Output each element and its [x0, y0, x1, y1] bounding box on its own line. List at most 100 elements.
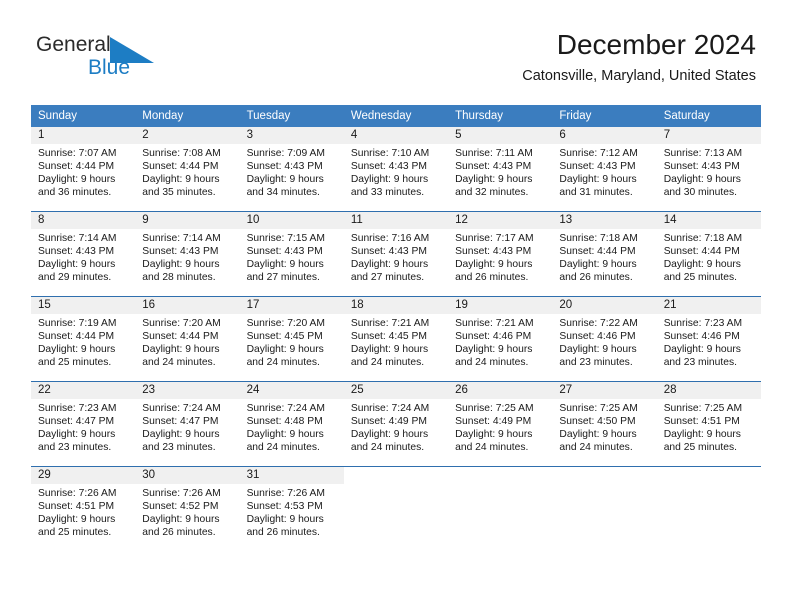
sunrise-text: Sunrise: 7:14 AM: [142, 233, 221, 244]
day-cell-inner: 21 Sunrise: 7:23 AM Sunset: 4:46 PM Dayligh…: [656, 297, 761, 381]
calendar-day-cell[interactable]: 23 Sunrise: 7:24 AM Sunset: 4:47 PM Dayligh…: [135, 381, 240, 467]
calendar-day-cell[interactable]: 21 Sunrise: 7:23 AM Sunset: 4:46 PM Dayligh…: [656, 296, 761, 382]
calendar-day-cell[interactable]: 3 Sunrise: 7:09 AM Sunset: 4:43 PM Daylight…: [239, 127, 344, 212]
calendar-day-cell[interactable]: 16 Sunrise: 7:20 AM Sunset: 4:44 PM Dayligh…: [135, 296, 240, 382]
calendar-week-row: 1 Sunrise: 7:07 AM Sunset: 4:44 PM Daylight…: [31, 127, 761, 212]
calendar-day-cell[interactable]: [343, 466, 449, 551]
calendar-day-cell[interactable]: 2 Sunrise: 7:08 AM Sunset: 4:44 PM Daylight…: [135, 127, 240, 212]
calendar-day-cell[interactable]: 20 Sunrise: 7:22 AM Sunset: 4:46 PM Dayligh…: [552, 296, 657, 382]
day-cell-inner: 26 Sunrise: 7:25 AM Sunset: 4:49 PM Dayligh…: [448, 382, 553, 466]
sunrise-text: Sunrise: 7:18 AM: [663, 233, 743, 244]
day-details: Sunrise: 7:18 AM Sunset: 4:44 PM Daylight:…: [657, 229, 761, 284]
day-number: 4: [343, 127, 449, 144]
calendar-day-cell[interactable]: 26 Sunrise: 7:25 AM Sunset: 4:49 PM Dayligh…: [448, 381, 553, 467]
calendar-week-row: 22 Sunrise: 7:23 AM Sunset: 4:47 PM Dayligh…: [31, 381, 761, 467]
calendar-day-cell[interactable]: 29 Sunrise: 7:26 AM Sunset: 4:51 PM Dayligh…: [31, 466, 136, 551]
sunrise-text: Sunrise: 7:23 AM: [38, 403, 117, 414]
daylight-text-line1: Daylight: 9 hours: [246, 344, 324, 356]
calendar-day-cell[interactable]: 15 Sunrise: 7:19 AM Sunset: 4:44 PM Dayligh…: [31, 296, 136, 382]
calendar-day-cell[interactable]: [656, 466, 761, 551]
daylight-text-line1: Daylight: 9 hours: [142, 429, 220, 441]
page-header: General Blue December 2024 Catonsville, …: [0, 0, 792, 100]
daylight-text-line2: and 23 minutes.: [559, 357, 633, 369]
title-block: December 2024 Catonsville, Maryland, Uni…: [522, 28, 756, 85]
calendar-day-cell[interactable]: 1 Sunrise: 7:07 AM Sunset: 4:44 PM Daylight…: [31, 127, 136, 212]
calendar-day-cell[interactable]: 24 Sunrise: 7:24 AM Sunset: 4:48 PM Dayligh…: [239, 381, 344, 467]
day-number: 31: [239, 467, 344, 484]
calendar-day-cell[interactable]: 28 Sunrise: 7:25 AM Sunset: 4:51 PM Dayligh…: [656, 381, 761, 467]
calendar-day-cell[interactable]: 10 Sunrise: 7:15 AM Sunset: 4:43 PM Dayligh…: [239, 211, 344, 297]
day-number: 3: [239, 127, 344, 144]
sunrise-text: Sunrise: 7:09 AM: [246, 148, 325, 159]
calendar-day-cell[interactable]: 8 Sunrise: 7:14 AM Sunset: 4:43 PM Daylight…: [31, 211, 136, 297]
calendar-day-cell[interactable]: 13 Sunrise: 7:18 AM Sunset: 4:44 PM Dayligh…: [552, 211, 657, 297]
calendar-header-row: Sunday Monday Tuesday Wednesday Thursday…: [31, 105, 761, 127]
calendar-day-cell[interactable]: 17 Sunrise: 7:20 AM Sunset: 4:45 PM Dayligh…: [239, 296, 344, 382]
general-blue-logo: General Blue: [36, 32, 216, 84]
day-details: Sunrise: 7:15 AM Sunset: 4:43 PM Daylight:…: [240, 229, 344, 284]
sunset-text: Sunset: 4:46 PM: [455, 331, 532, 343]
calendar-day-cell[interactable]: [448, 466, 553, 551]
day-number: 22: [31, 382, 136, 399]
day-cell-inner: 31 Sunrise: 7:26 AM Sunset: 4:53 PM Dayligh…: [239, 467, 344, 551]
sunset-text: Sunset: 4:43 PM: [246, 246, 323, 258]
calendar-day-cell[interactable]: 31 Sunrise: 7:26 AM Sunset: 4:53 PM Dayligh…: [239, 466, 344, 551]
day-cell-inner: 30 Sunrise: 7:26 AM Sunset: 4:52 PM Dayligh…: [135, 467, 240, 551]
sunset-text: Sunset: 4:44 PM: [38, 161, 115, 173]
calendar-day-cell[interactable]: 5 Sunrise: 7:11 AM Sunset: 4:43 PM Daylight…: [448, 127, 553, 212]
calendar-day-cell[interactable]: 4 Sunrise: 7:10 AM Sunset: 4:43 PM Daylight…: [343, 127, 449, 212]
calendar-day-cell[interactable]: 6 Sunrise: 7:12 AM Sunset: 4:43 PM Daylight…: [552, 127, 657, 212]
day-details: Sunrise: 7:25 AM Sunset: 4:50 PM Daylight:…: [552, 399, 656, 454]
calendar-day-cell[interactable]: 25 Sunrise: 7:24 AM Sunset: 4:49 PM Dayligh…: [343, 381, 449, 467]
day-details: Sunrise: 7:13 AM Sunset: 4:43 PM Daylight:…: [657, 144, 761, 199]
calendar-day-cell[interactable]: 12 Sunrise: 7:17 AM Sunset: 4:43 PM Dayligh…: [448, 211, 553, 297]
day-cell-inner: 23 Sunrise: 7:24 AM Sunset: 4:47 PM Dayligh…: [135, 382, 240, 466]
day-details: Sunrise: 7:24 AM Sunset: 4:48 PM Daylight:…: [240, 399, 344, 454]
day-cell-inner: 9 Sunrise: 7:14 AM Sunset: 4:43 PM Daylight…: [135, 212, 240, 296]
day-cell-inner: 29 Sunrise: 7:26 AM Sunset: 4:51 PM Dayligh…: [31, 467, 136, 551]
day-number: 7: [656, 127, 761, 144]
daylight-text-line1: Daylight: 9 hours: [455, 174, 533, 186]
day-cell-inner: 12 Sunrise: 7:17 AM Sunset: 4:43 PM Dayligh…: [448, 212, 553, 296]
calendar-day-cell[interactable]: 22 Sunrise: 7:23 AM Sunset: 4:47 PM Dayligh…: [31, 381, 136, 467]
daylight-text-line1: Daylight: 9 hours: [455, 344, 533, 356]
day-details: Sunrise: 7:23 AM Sunset: 4:46 PM Daylight:…: [657, 314, 761, 369]
sunset-text: Sunset: 4:53 PM: [246, 501, 323, 513]
sunset-text: Sunset: 4:44 PM: [142, 161, 219, 173]
sunset-text: Sunset: 4:43 PM: [663, 161, 740, 173]
daylight-text-line1: Daylight: 9 hours: [663, 259, 741, 271]
sunset-text: Sunset: 4:43 PM: [38, 246, 115, 258]
daylight-text-line2: and 24 minutes.: [559, 442, 633, 454]
day-number: [344, 467, 448, 484]
day-details: Sunrise: 7:26 AM Sunset: 4:53 PM Daylight:…: [240, 484, 344, 539]
calendar-day-cell[interactable]: 30 Sunrise: 7:26 AM Sunset: 4:52 PM Dayligh…: [135, 466, 240, 551]
daylight-text-line1: Daylight: 9 hours: [38, 429, 116, 441]
calendar-day-cell[interactable]: 18 Sunrise: 7:21 AM Sunset: 4:45 PM Dayligh…: [343, 296, 449, 382]
day-details: Sunrise: 7:24 AM Sunset: 4:49 PM Daylight:…: [344, 399, 448, 454]
day-number: 18: [343, 297, 449, 314]
day-number: 15: [31, 297, 136, 314]
daylight-text-line2: and 25 minutes.: [663, 442, 737, 454]
logo-text-blue: Blue: [88, 56, 131, 79]
calendar-day-cell[interactable]: 9 Sunrise: 7:14 AM Sunset: 4:43 PM Daylight…: [135, 211, 240, 297]
calendar-week-row: 15 Sunrise: 7:19 AM Sunset: 4:44 PM Dayligh…: [31, 296, 761, 382]
day-details: Sunrise: 7:10 AM Sunset: 4:43 PM Daylight:…: [344, 144, 448, 199]
day-cell-inner: 14 Sunrise: 7:18 AM Sunset: 4:44 PM Dayligh…: [656, 212, 761, 296]
daylight-text-line2: and 25 minutes.: [38, 527, 112, 539]
day-number: 6: [552, 127, 657, 144]
day-cell-inner: 3 Sunrise: 7:09 AM Sunset: 4:43 PM Daylight…: [239, 127, 344, 211]
sunrise-text: Sunrise: 7:16 AM: [350, 233, 430, 244]
sunrise-text: Sunrise: 7:23 AM: [663, 318, 743, 329]
day-cell-inner: 1 Sunrise: 7:07 AM Sunset: 4:44 PM Daylight…: [31, 127, 136, 211]
sunrise-text: Sunrise: 7:25 AM: [455, 403, 534, 414]
calendar-day-cell[interactable]: 7 Sunrise: 7:13 AM Sunset: 4:43 PM Daylight…: [656, 127, 761, 212]
daylight-text-line2: and 29 minutes.: [38, 272, 112, 284]
calendar-day-cell[interactable]: 11 Sunrise: 7:16 AM Sunset: 4:43 PM Dayligh…: [343, 211, 449, 297]
calendar-day-cell[interactable]: 27 Sunrise: 7:25 AM Sunset: 4:50 PM Dayligh…: [552, 381, 657, 467]
sunrise-text: Sunrise: 7:25 AM: [559, 403, 638, 414]
calendar-day-cell[interactable]: 14 Sunrise: 7:18 AM Sunset: 4:44 PM Dayligh…: [656, 211, 761, 297]
calendar-day-cell[interactable]: 19 Sunrise: 7:21 AM Sunset: 4:46 PM Dayligh…: [448, 296, 553, 382]
calendar-day-cell[interactable]: [552, 466, 657, 551]
daylight-text-line1: Daylight: 9 hours: [663, 429, 741, 441]
daylight-text-line2: and 26 minutes.: [142, 527, 216, 539]
